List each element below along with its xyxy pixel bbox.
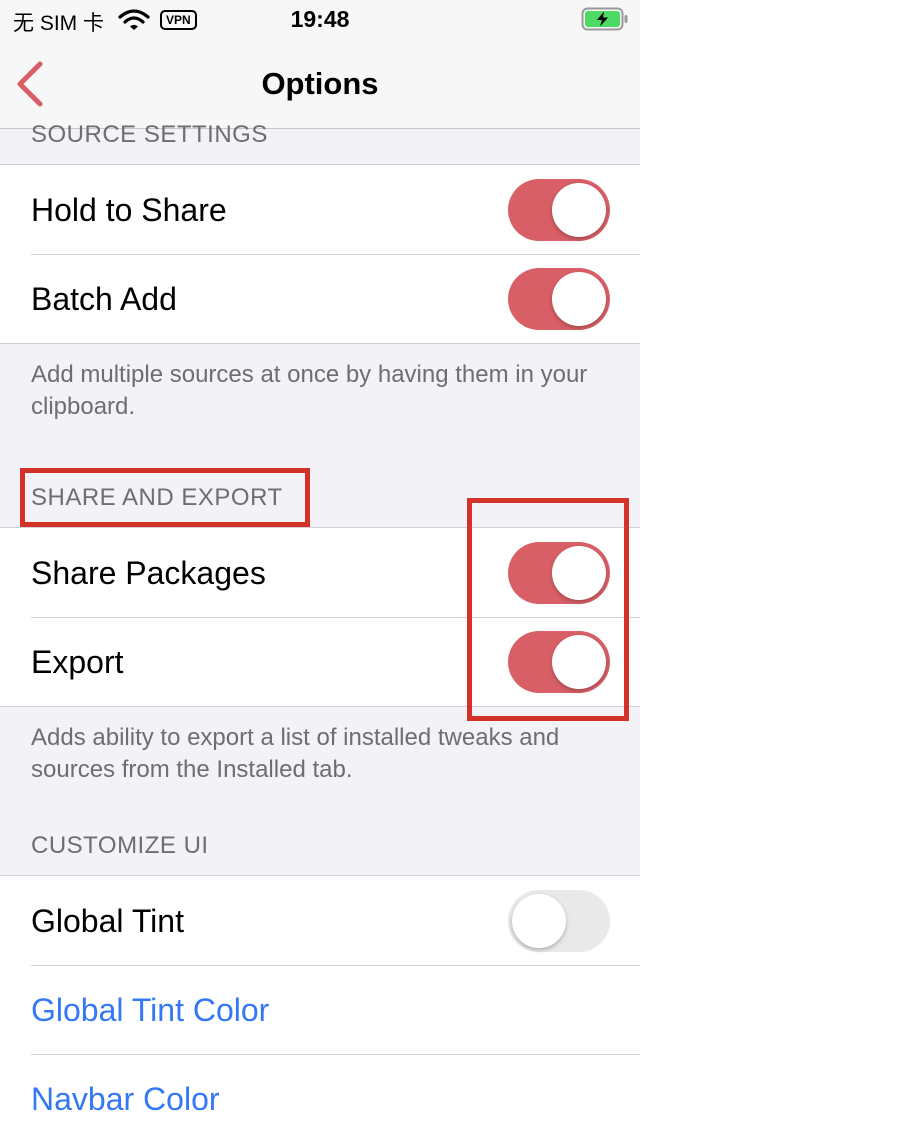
toggle-knob [512,894,566,948]
row-label: Share Packages [31,555,266,591]
section-header-share-export: SHARE AND EXPORT [31,484,283,511]
status-time: 19:48 [290,6,350,32]
phone-screen: 无 SIM 卡 VPN 19:48 Options SOURCE SETTING… [0,0,640,1136]
global-tint-color-link[interactable]: Global Tint Color [31,992,269,1029]
group-customize-ui: Global Tint Global Tint Color Navbar Col… [0,875,640,1136]
share-packages-toggle[interactable] [508,542,610,604]
row-label: Global Tint [31,903,184,939]
group-source-settings: Hold to Share Batch Add [0,164,640,344]
section-footer-share-export: Adds ability to export a list of install… [31,724,560,783]
batch-add-toggle[interactable] [508,268,610,330]
section-footer-source-settings: Add multiple sources at once by having t… [31,361,588,420]
row-global-tint: Global Tint [0,876,640,965]
row-batch-add: Batch Add [0,254,640,343]
global-tint-toggle[interactable] [508,890,610,952]
navbar-color-link[interactable]: Navbar Color [31,1081,220,1118]
toggle-knob [552,183,606,237]
toggle-knob [552,272,606,326]
group-share-export: Share Packages Export [0,527,640,707]
row-global-tint-color[interactable]: Global Tint Color [0,965,640,1054]
row-hold-to-share: Hold to Share [0,165,640,254]
toggle-knob [552,546,606,600]
section-header-source-settings: SOURCE SETTINGS [31,121,268,148]
toggle-knob [552,635,606,689]
section-header-customize-ui: CUSTOMIZE UI [31,832,209,859]
export-toggle[interactable] [508,631,610,693]
row-export: Export [0,617,640,706]
row-label: Hold to Share [31,192,227,228]
row-label: Batch Add [31,281,177,317]
battery-charging-icon [581,7,629,36]
row-navbar-color[interactable]: Navbar Color [0,1054,640,1136]
row-label: Export [31,644,124,680]
page-title: Options [261,66,379,101]
status-bar: 无 SIM 卡 VPN 19:48 [0,0,640,40]
hold-to-share-toggle[interactable] [508,179,610,241]
row-share-packages: Share Packages [0,528,640,617]
navigation-bar: Options [0,40,640,129]
